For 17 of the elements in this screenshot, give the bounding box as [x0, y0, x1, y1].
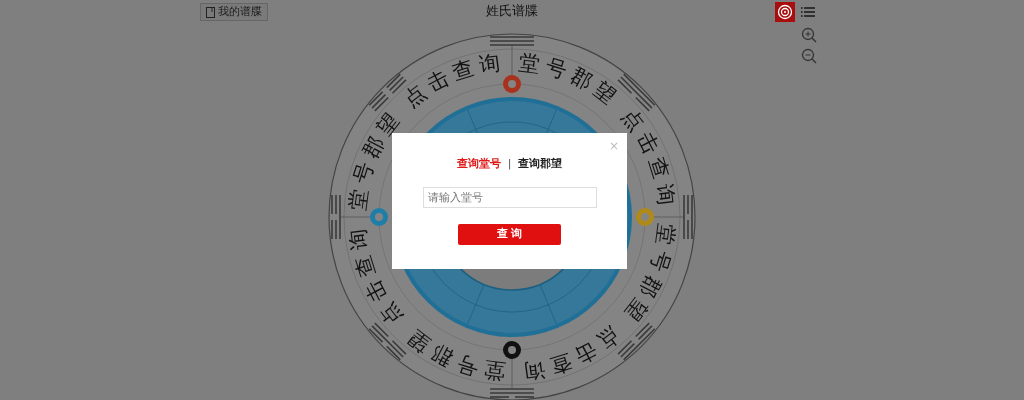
document-icon: [206, 6, 215, 18]
zoom-in-icon[interactable]: [801, 27, 817, 43]
marker-dot: [503, 341, 521, 359]
page-title: 姓氏谱牒: [485, 2, 539, 20]
target-button[interactable]: [775, 2, 795, 22]
search-field[interactable]: 请输入堂号: [422, 186, 597, 208]
list-icon: [800, 4, 816, 20]
target-icon: [777, 4, 793, 20]
marker-dot: [636, 208, 654, 226]
zoom-out-icon[interactable]: [801, 48, 817, 64]
query-button[interactable]: 查 询: [458, 223, 561, 245]
dialog-tab[interactable]: 查询郡望: [518, 156, 563, 173]
marker-dot: [370, 208, 388, 226]
dialog-tab[interactable]: 查询堂号: [456, 156, 501, 173]
my-records-button[interactable]: 我的谱牒: [200, 3, 268, 21]
marker-dot: [503, 75, 521, 93]
tab-separator: |: [507, 156, 512, 172]
